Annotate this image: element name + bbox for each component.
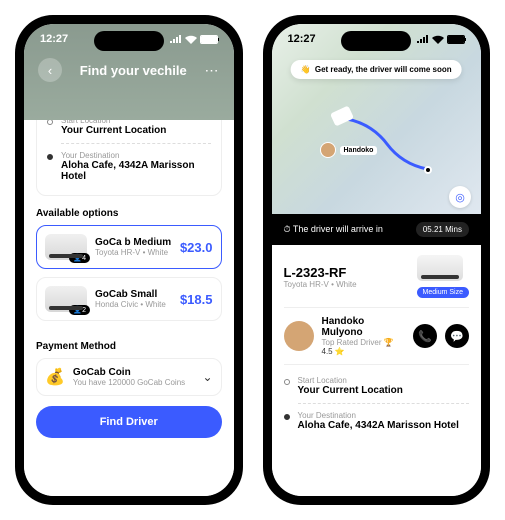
phone-right: 12:27 👋Get ready, the driver will come s…	[263, 15, 491, 505]
options-title: Available options	[36, 208, 222, 219]
status-icons	[417, 35, 465, 44]
divider	[61, 143, 211, 144]
notch	[94, 31, 164, 51]
battery-icon	[447, 35, 465, 44]
wave-icon: 👋	[301, 65, 311, 74]
trip-locations: Start Location Your Current Location You…	[284, 365, 470, 434]
circle-icon	[284, 379, 290, 385]
start-value: Your Current Location	[61, 125, 166, 136]
wifi-icon	[185, 35, 197, 44]
bottom-sheet: L-2323-RF Toyota HR-V • White Medium Siz…	[272, 245, 482, 496]
toast: 👋Get ready, the driver will come soon	[291, 60, 462, 79]
status-icons	[170, 35, 218, 44]
signal-icon	[170, 35, 182, 43]
vehicle-row: L-2323-RF Toyota HR-V • White Medium Siz…	[284, 255, 470, 308]
eta-time: 05.21 Mins	[416, 222, 469, 237]
car-icon: 👤2	[45, 286, 87, 312]
wifi-icon	[432, 35, 444, 44]
screen: 12:27 ‹ Find your vechile ⋯ Start Locati…	[24, 24, 234, 496]
coin-icon: 💰	[45, 367, 65, 387]
option-name: GoCab Small	[95, 289, 172, 300]
time: 12:27	[288, 33, 316, 45]
find-driver-button[interactable]: Find Driver	[36, 406, 222, 438]
content: Start Location Your Current Location You…	[24, 120, 234, 496]
driver-name: Handoko Mulyono	[322, 316, 406, 338]
plate: L-2323-RF	[284, 265, 357, 280]
chat-button[interactable]: 💬	[445, 324, 469, 348]
screen: 12:27 👋Get ready, the driver will come s…	[272, 24, 482, 496]
dest-row: Your Destination Aloha Cafe, 4342A Maris…	[284, 408, 470, 434]
header: ‹ Find your vechile ⋯	[24, 54, 234, 86]
compass-button[interactable]: ◎	[449, 186, 471, 208]
back-button[interactable]: ‹	[38, 58, 62, 82]
start-row[interactable]: Start Location Your Current Location	[47, 120, 211, 139]
seat-badge: 👤2	[69, 305, 90, 315]
payment-detail: You have 120000 GoCab Coins	[73, 378, 195, 387]
signal-icon	[417, 35, 429, 43]
more-button[interactable]: ⋯	[204, 62, 219, 79]
map[interactable]: 12:27 👋Get ready, the driver will come s…	[272, 24, 482, 214]
divider	[298, 403, 470, 404]
option-price: $18.5	[180, 292, 213, 307]
car-icon	[417, 255, 463, 281]
driver-row: Handoko Mulyono Top Rated Driver 🏆 4.5 ⭐…	[284, 308, 470, 365]
driver-map-name: Handoko	[340, 146, 378, 155]
payment-selector[interactable]: 💰 GoCab Coin You have 120000 GoCab Coins…	[36, 358, 222, 396]
car-icon: 👤4	[45, 234, 87, 260]
notch	[341, 31, 411, 51]
chevron-down-icon: ⌄	[202, 370, 212, 384]
time: 12:27	[40, 33, 68, 45]
dest-label: Your Destination	[298, 411, 459, 420]
circle-icon	[47, 120, 53, 125]
driver-rating: 4.5 ⭐	[322, 347, 406, 356]
payment-name: GoCab Coin	[73, 367, 195, 378]
dest-value: Aloha Cafe, 4342A Marisson Hotel	[61, 160, 211, 182]
option-price: $23.0	[180, 240, 213, 255]
destination-marker	[424, 166, 432, 174]
pin-icon	[47, 154, 53, 160]
location-card: Start Location Your Current Location You…	[36, 120, 222, 196]
eta-bar: ⏱ The driver will arrive in 05.21 Mins	[272, 214, 482, 245]
start-row: Start Location Your Current Location	[284, 373, 470, 399]
driver-rank: Top Rated Driver 🏆	[322, 338, 406, 347]
option-detail: Honda Civic • White	[95, 300, 172, 309]
seat-badge: 👤4	[69, 253, 90, 263]
phone-left: 12:27 ‹ Find your vechile ⋯ Start Locati…	[15, 15, 243, 505]
option-detail: Toyota HR-V • White	[95, 248, 172, 257]
eta-label: ⏱ The driver will arrive in	[284, 224, 383, 235]
dest-row[interactable]: Your Destination Aloha Cafe, 4342A Maris…	[47, 148, 211, 185]
dest-value: Aloha Cafe, 4342A Marisson Hotel	[298, 420, 459, 431]
call-button[interactable]: 📞	[413, 324, 437, 348]
driver-marker[interactable]: Handoko	[320, 142, 378, 158]
size-badge: Medium Size	[417, 287, 469, 298]
battery-icon	[200, 35, 218, 44]
payment-title: Payment Method	[36, 341, 222, 352]
option-medium[interactable]: 👤4 GoCa b Medium Toyota HR-V • White $23…	[36, 225, 222, 269]
driver-avatar	[284, 321, 314, 351]
dest-label: Your Destination	[61, 151, 211, 160]
avatar-icon	[320, 142, 336, 158]
option-small[interactable]: 👤2 GoCab Small Honda Civic • White $18.5	[36, 277, 222, 321]
pin-icon	[284, 414, 290, 420]
start-label: Start Location	[298, 376, 403, 385]
option-name: GoCa b Medium	[95, 237, 172, 248]
vehicle-detail: Toyota HR-V • White	[284, 280, 357, 289]
page-title: Find your vechile	[80, 63, 187, 78]
start-value: Your Current Location	[298, 385, 403, 396]
